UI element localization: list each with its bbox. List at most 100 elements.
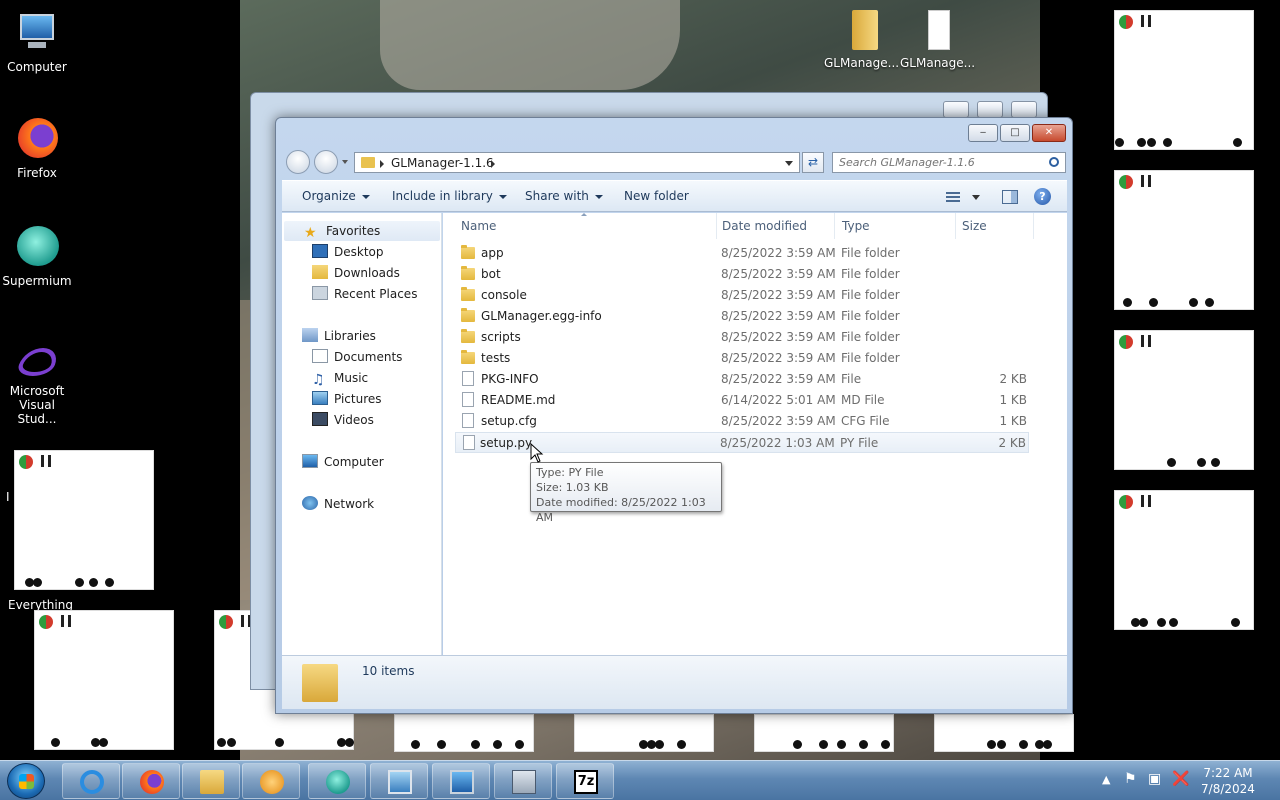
address-folder[interactable]: GLManager-1.1.6 <box>391 156 494 170</box>
table-row[interactable]: setup.cfg 8/25/2022 3:59 AM CFG File 1 K… <box>455 411 1029 432</box>
table-row[interactable]: console 8/25/2022 3:59 AM File folder <box>455 285 1029 306</box>
desktop-icon-supermium[interactable]: Supermium <box>0 224 74 288</box>
view-options-icon[interactable] <box>946 190 962 204</box>
minimize-button[interactable] <box>943 101 969 118</box>
column-divider[interactable] <box>955 213 956 239</box>
sticky-widget[interactable] <box>754 714 894 752</box>
address-bar[interactable]: GLManager-1.1.6 <box>354 152 800 173</box>
desktop-icon-computer[interactable]: Computer <box>0 10 74 74</box>
taskbar-firefox[interactable] <box>122 763 180 799</box>
search-input[interactable] <box>839 155 1039 170</box>
column-header-date[interactable]: Date modified <box>722 219 807 233</box>
chevron-right-icon[interactable] <box>491 160 495 168</box>
column-header-size[interactable]: Size <box>962 219 987 233</box>
folder-icon <box>461 245 475 259</box>
table-row[interactable]: bot 8/25/2022 3:59 AM File folder <box>455 264 1029 285</box>
search-icon[interactable] <box>1049 157 1059 167</box>
close-button[interactable]: ✕ <box>1032 124 1066 142</box>
nav-desktop[interactable]: Desktop <box>312 242 384 262</box>
maximize-button[interactable] <box>977 101 1003 118</box>
desktop-icon-visual-studio[interactable]: Microsoft Visual Stud... <box>0 344 74 426</box>
taskbar-remote-desktop[interactable] <box>432 763 490 799</box>
folder-icon <box>200 770 224 794</box>
column-header-type[interactable]: Type <box>842 219 870 233</box>
column-divider[interactable] <box>716 213 717 239</box>
downloads-icon <box>312 265 328 279</box>
maximize-button[interactable]: □ <box>1000 124 1030 142</box>
table-row[interactable]: README.md 6/14/2022 5:01 AM MD File 1 KB <box>455 390 1029 411</box>
desktop-icon-glmanager-file[interactable]: GLManage... <box>900 6 975 70</box>
action-center-flag-icon[interactable]: ⚑ <box>1124 771 1137 787</box>
taskbar-supermium[interactable] <box>308 763 366 799</box>
command-bar: Organize Include in library Share with N… <box>282 180 1067 212</box>
chevron-right-icon[interactable] <box>380 160 384 168</box>
table-row[interactable]: app 8/25/2022 3:59 AM File folder <box>455 243 1029 264</box>
pause-icon[interactable] <box>1141 175 1151 187</box>
include-in-library-button[interactable]: Include in library <box>392 189 507 203</box>
recent-pages-chevron-icon[interactable] <box>342 160 348 164</box>
sticky-widget[interactable] <box>1114 490 1254 630</box>
pause-icon[interactable] <box>1141 15 1151 27</box>
sticky-widget[interactable] <box>394 714 534 752</box>
taskbar-network-tool[interactable] <box>494 763 552 799</box>
chevron-down-icon[interactable] <box>972 195 980 200</box>
nav-computer[interactable]: Computer <box>302 452 384 472</box>
share-with-button[interactable]: Share with <box>525 189 603 203</box>
table-row[interactable]: tests 8/25/2022 3:59 AM File folder <box>455 348 1029 369</box>
start-button[interactable] <box>7 763 45 799</box>
pause-icon[interactable] <box>61 615 71 627</box>
organize-button[interactable]: Organize <box>302 189 370 203</box>
chevron-down-icon[interactable] <box>785 161 793 166</box>
sticky-widget[interactable] <box>1114 170 1254 310</box>
nav-favorites[interactable]: ★ Favorites <box>284 221 440 241</box>
new-folder-button[interactable]: New folder <box>624 189 689 203</box>
column-header-name[interactable]: Name <box>461 219 496 233</box>
taskbar-internet-explorer[interactable] <box>62 763 120 799</box>
forward-button[interactable] <box>314 150 338 174</box>
minimize-button[interactable]: ‒ <box>968 124 998 142</box>
nav-music[interactable]: ♫ Music <box>312 368 368 388</box>
pause-icon[interactable] <box>1141 335 1151 347</box>
taskbar-7zip[interactable]: 7z <box>556 763 614 799</box>
pause-icon[interactable] <box>41 455 51 467</box>
nav-libraries[interactable]: Libraries <box>302 326 376 346</box>
sticky-widget[interactable] <box>574 714 714 752</box>
widget-logo-icon <box>1119 335 1133 349</box>
sticky-widget[interactable] <box>934 714 1074 752</box>
system-clock[interactable]: 7:22 AM 7/8/2024 <box>1188 765 1268 797</box>
sticky-widget[interactable] <box>1114 330 1254 470</box>
table-row[interactable]: PKG-INFO 8/25/2022 3:59 AM File 2 KB <box>455 369 1029 390</box>
sort-arrow-icon <box>581 213 587 216</box>
sticky-widget[interactable] <box>1114 10 1254 150</box>
back-button[interactable] <box>286 150 310 174</box>
taskbar-explorer[interactable] <box>182 763 240 799</box>
nav-videos[interactable]: Videos <box>312 410 374 430</box>
explorer-window[interactable]: ‒ □ ✕ GLManager-1.1.6 ⇄ Organize Include… <box>275 117 1073 714</box>
computer-icon <box>14 10 60 56</box>
close-button[interactable] <box>1011 101 1037 118</box>
column-divider[interactable] <box>834 213 835 239</box>
column-divider[interactable] <box>1033 213 1034 239</box>
search-box[interactable] <box>832 152 1066 173</box>
taskbar-media-player[interactable] <box>242 763 300 799</box>
nav-documents[interactable]: Documents <box>312 347 402 367</box>
help-icon[interactable]: ? <box>1034 188 1051 205</box>
nav-downloads[interactable]: Downloads <box>312 263 400 283</box>
desktop-icon-firefox[interactable]: Firefox <box>0 116 74 180</box>
table-row[interactable]: GLManager.egg-info 8/25/2022 3:59 AM Fil… <box>455 306 1029 327</box>
pause-icon[interactable] <box>1141 495 1151 507</box>
preview-pane-icon[interactable] <box>1002 190 1018 204</box>
nav-recent-places[interactable]: Recent Places <box>312 284 417 304</box>
image-viewer-icon <box>388 770 412 794</box>
desktop-icon-glmanager-folder[interactable]: GLManage... <box>824 6 899 70</box>
network-tray-icon[interactable]: ▣ <box>1148 771 1161 787</box>
taskbar-image-viewer[interactable] <box>370 763 428 799</box>
volume-muted-icon[interactable]: ❌ <box>1172 771 1189 787</box>
refresh-button[interactable]: ⇄ <box>802 152 824 173</box>
nav-pictures[interactable]: Pictures <box>312 389 382 409</box>
sticky-widget[interactable] <box>34 610 174 750</box>
table-row[interactable]: scripts 8/25/2022 3:59 AM File folder <box>455 327 1029 348</box>
show-hidden-icons-icon[interactable]: ▲ <box>1102 773 1110 786</box>
sticky-widget[interactable] <box>14 450 154 590</box>
nav-network[interactable]: Network <box>302 494 374 514</box>
